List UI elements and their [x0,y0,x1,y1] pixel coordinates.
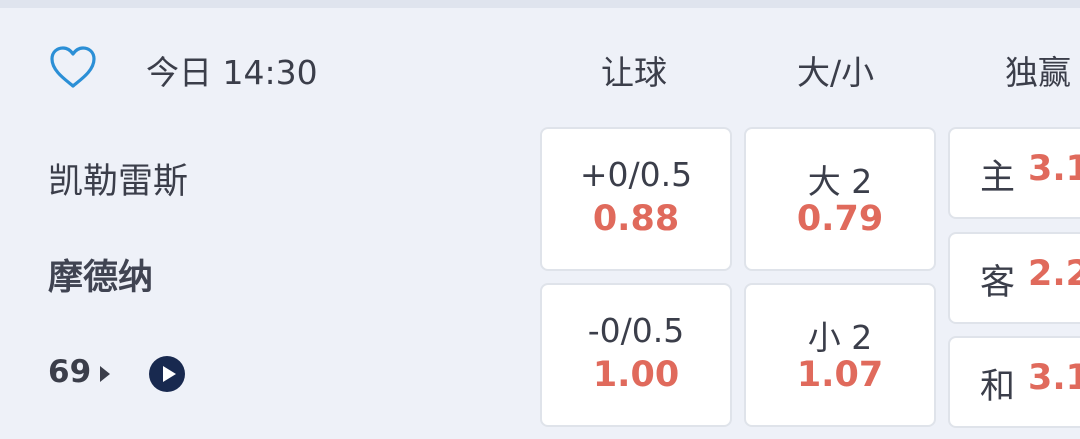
under-line: 小 2 [807,318,873,357]
column-header-over-under: 大/小 [797,53,875,92]
column-header-handicap: 让球 [601,53,667,92]
over-odds-button[interactable]: 大 2 0.79 [744,127,936,271]
moneyline-label: 和 [980,367,1016,407]
top-divider [0,0,1080,8]
handicap-odds: 0.88 [592,199,680,239]
handicap-away-odds-button[interactable]: -0/0.5 1.00 [540,283,732,427]
moneyline-away-button[interactable]: 客 2.2 [948,232,1080,324]
play-icon [149,356,185,392]
moneyline-draw-button[interactable]: 和 3.1 [948,336,1080,428]
away-team-name: 摩德纳 [48,258,154,298]
moneyline-home-button[interactable]: 主 3.1 [948,127,1080,219]
handicap-odds: 1.00 [592,355,680,395]
heart-icon [50,46,96,88]
chevron-right-icon [100,366,110,382]
moneyline-odds: 3.1 [1028,358,1080,398]
moneyline-label: 主 [980,158,1016,198]
moneyline-label: 客 [980,263,1016,303]
moneyline-odds: 3.1 [1028,149,1080,189]
handicap-line: +0/0.5 [579,155,693,194]
column-header-moneyline: 独赢 [1005,53,1071,92]
match-minute: 69 [48,354,92,390]
under-odds-button[interactable]: 小 2 1.07 [744,283,936,427]
over-line: 大 2 [807,162,873,201]
handicap-line: -0/0.5 [587,311,685,350]
live-stream-button[interactable] [148,355,186,393]
over-odds: 0.79 [796,199,884,239]
match-time: 今日 14:30 [146,53,318,92]
home-team-name: 凯勒雷斯 [48,162,189,202]
moneyline-odds: 2.2 [1028,254,1080,294]
handicap-home-odds-button[interactable]: +0/0.5 0.88 [540,127,732,271]
under-odds: 1.07 [796,355,884,395]
favorite-button[interactable] [48,44,98,90]
